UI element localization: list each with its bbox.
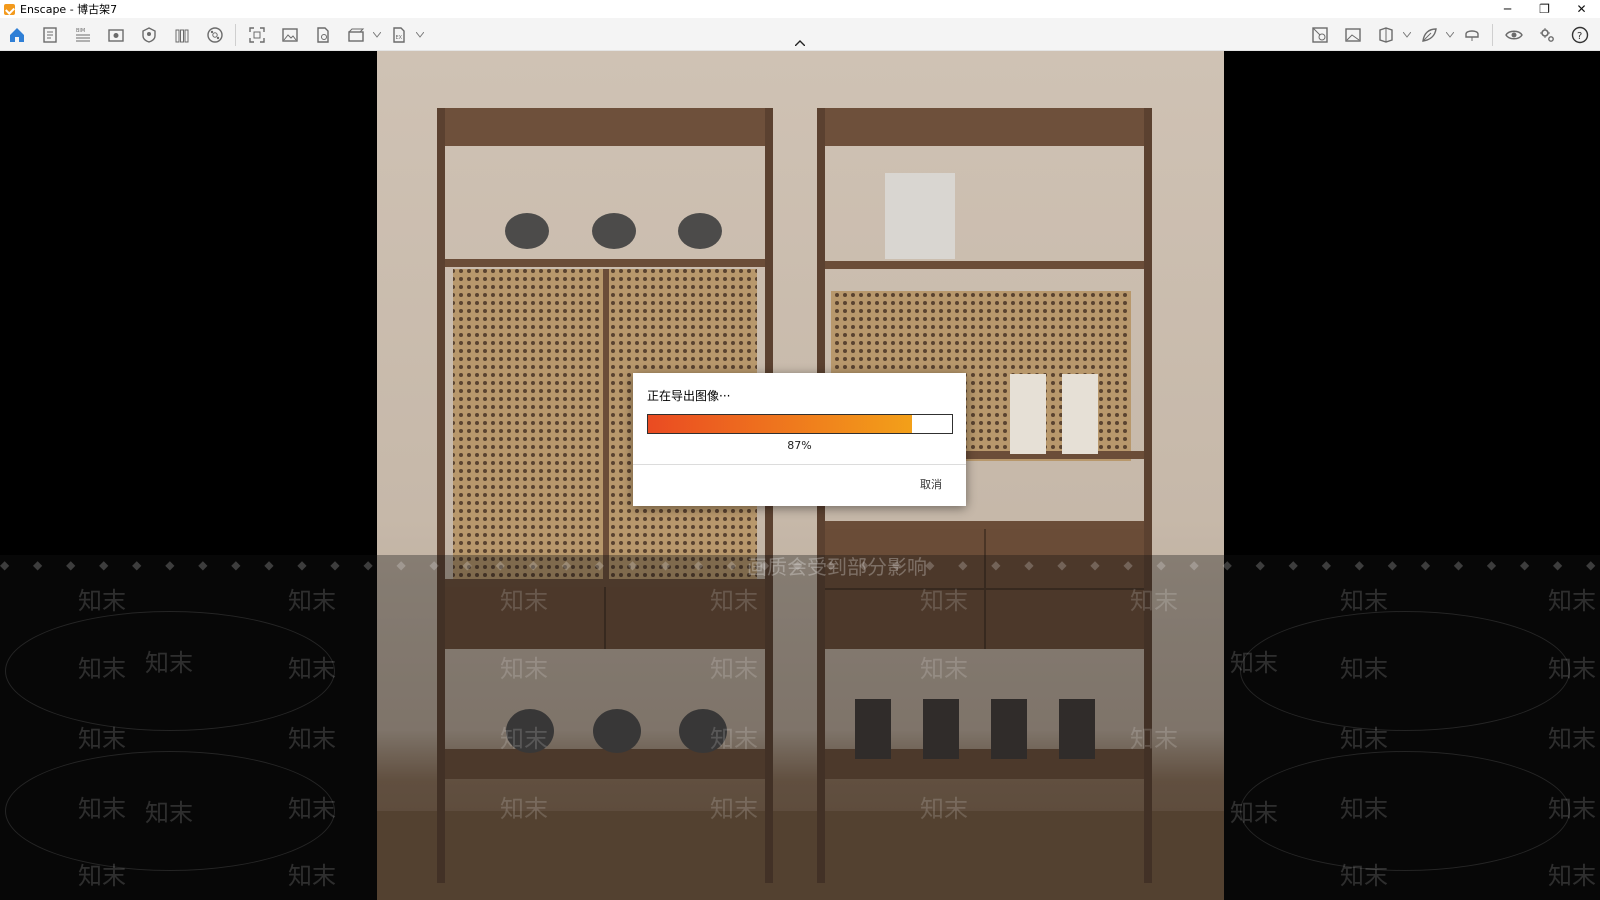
- batch-render-icon[interactable]: [273, 18, 306, 51]
- watermark-text: 知末: [1230, 649, 1278, 677]
- dialog-divider: [633, 464, 966, 465]
- video-dropdown-chevron-down-icon[interactable]: [372, 18, 382, 51]
- assets-icon[interactable]: [132, 18, 165, 51]
- window-title: Enscape - 博古架7: [20, 3, 118, 16]
- watermark-text: 知末: [710, 655, 758, 683]
- enscape-logo-icon: [4, 3, 15, 15]
- watermark-text: 知末: [920, 655, 968, 683]
- watermark-text: 知末: [1130, 587, 1178, 615]
- restore-button[interactable]: ❐: [1526, 0, 1563, 18]
- watermark-text: 知末: [288, 655, 336, 683]
- section-dropdown-chevron-down-icon[interactable]: [1402, 18, 1412, 51]
- cancel-button[interactable]: 取消: [920, 476, 942, 492]
- svg-text:EX: EX: [395, 35, 402, 41]
- watermark-text: 知末: [1340, 725, 1388, 753]
- material-icon[interactable]: [198, 18, 231, 51]
- watermark-text: 知末: [1340, 655, 1388, 683]
- watermark-text: 知末: [1548, 655, 1596, 683]
- watermark-text: 知末: [288, 795, 336, 823]
- settings-icon[interactable]: [1530, 18, 1563, 51]
- watermark-text: 知末: [1548, 587, 1596, 615]
- watermark-text: 知末: [78, 862, 126, 890]
- dialog-title: 正在导出图像···: [647, 389, 731, 403]
- watermark-text: 知末: [1340, 795, 1388, 823]
- watermark-text: 知末: [1548, 862, 1596, 890]
- export-icon[interactable]: [306, 18, 339, 51]
- enscape-window: Enscape - 博古架7 ─ ❐ ✕ BIM EX ? ◆ ◆ ◆ ◆ ◆ …: [0, 0, 1600, 900]
- atmosphere-icon[interactable]: [1336, 18, 1369, 51]
- watermark-text: 知末: [500, 725, 548, 753]
- site-context-icon[interactable]: [1303, 18, 1336, 51]
- watermark-text: 知末: [710, 795, 758, 823]
- watermark-text: 知末: [78, 587, 126, 615]
- watermark-text: 知末: [1130, 725, 1178, 753]
- watermark-text: 知末: [78, 725, 126, 753]
- watermark-ellipse: [1240, 611, 1570, 731]
- standalone-export-icon[interactable]: EX: [382, 18, 415, 51]
- bim-icon[interactable]: BIM: [66, 18, 99, 51]
- watermark-text: 知末: [288, 587, 336, 615]
- section-icon[interactable]: [1369, 18, 1402, 51]
- watermark-text: 知末: [288, 862, 336, 890]
- export-dropdown-chevron-down-icon[interactable]: [415, 18, 425, 51]
- watermark-text: 知末: [145, 649, 193, 677]
- watermark-text: 知末: [1548, 795, 1596, 823]
- watermark-text: 知末: [1548, 725, 1596, 753]
- watermark-text: 知末: [145, 799, 193, 827]
- watermark-text: 知末: [288, 725, 336, 753]
- views-icon[interactable]: [99, 18, 132, 51]
- home-icon[interactable]: [0, 18, 33, 51]
- screenshot-icon[interactable]: [240, 18, 273, 51]
- toolbar-left-group: BIM EX: [0, 18, 425, 51]
- minimize-button[interactable]: ─: [1489, 0, 1526, 18]
- watermark-quality-notice: 画质会受到部分影响: [747, 555, 927, 579]
- library-icon[interactable]: [165, 18, 198, 51]
- video-icon[interactable]: [339, 18, 372, 51]
- watermark-text: 知末: [500, 795, 548, 823]
- toolbar-separator: [1492, 23, 1493, 46]
- visual-settings-icon[interactable]: [1497, 18, 1530, 51]
- watermark-text: 知末: [1340, 862, 1388, 890]
- watermark-text: 知末: [78, 655, 126, 683]
- vr-icon[interactable]: [1455, 18, 1488, 51]
- watermark-text: 知末: [78, 795, 126, 823]
- watermark-text: 知末: [1230, 799, 1278, 827]
- watermark-ellipse: [1240, 751, 1570, 871]
- watermark-text: 知末: [710, 725, 758, 753]
- watermark-text: 知末: [500, 655, 548, 683]
- window-controls: ─ ❐ ✕: [1489, 0, 1600, 18]
- title-bar: Enscape - 博古架7 ─ ❐ ✕: [0, 0, 1600, 18]
- svg-text:?: ?: [1577, 31, 1582, 42]
- export-progress-dialog: 正在导出图像··· 87% 取消: [633, 373, 966, 506]
- svg-text:BIM: BIM: [76, 28, 85, 34]
- close-button[interactable]: ✕: [1563, 0, 1600, 18]
- progress-bar-fill: [648, 415, 913, 433]
- watermark-text: 知末: [920, 795, 968, 823]
- feedback-dropdown-chevron-down-icon[interactable]: [1445, 18, 1455, 51]
- export-progress-bar: [647, 414, 953, 434]
- collapse-toolbar-chevron-up-icon[interactable]: [790, 37, 810, 49]
- progress-percentage: 87%: [787, 439, 812, 452]
- toolbar-separator: [235, 23, 236, 46]
- watermark-text: 知末: [500, 587, 548, 615]
- help-icon[interactable]: ?: [1563, 18, 1596, 51]
- toolbar-right-group: ?: [1303, 18, 1596, 51]
- watermark-text: 知末: [1340, 587, 1388, 615]
- feedback-icon[interactable]: [1412, 18, 1445, 51]
- watermark-text: 知末: [710, 587, 758, 615]
- project-icon[interactable]: [33, 18, 66, 51]
- watermark-text: 知末: [920, 587, 968, 615]
